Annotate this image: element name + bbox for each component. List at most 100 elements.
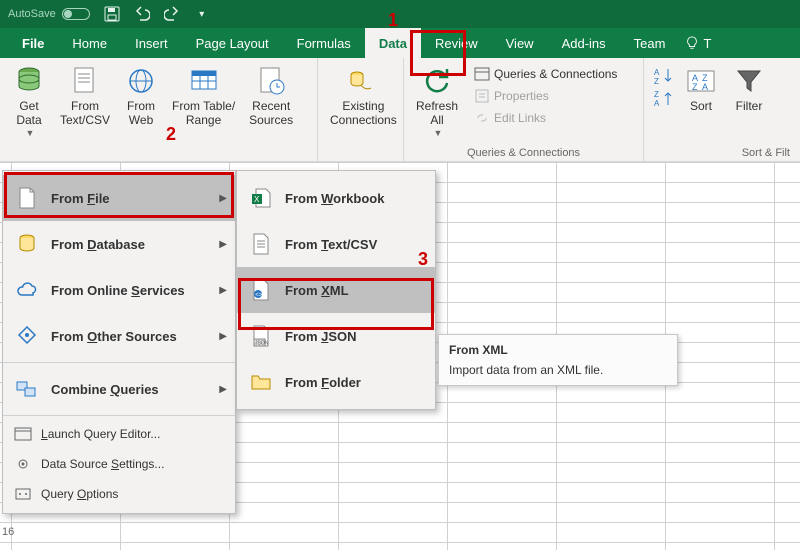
autosave-toggle[interactable]: [62, 8, 90, 20]
svg-text:Z: Z: [654, 90, 659, 99]
group-get-transform: Get Data ▼ From Text/CSV From Web From: [0, 58, 318, 161]
lightbulb-icon: [685, 36, 699, 50]
tab-tell-me[interactable]: T: [679, 28, 717, 58]
svg-text:A: A: [654, 99, 660, 108]
json-file-icon: JSON: [247, 323, 275, 349]
menu-query-options[interactable]: Query Options: [3, 479, 235, 509]
database-icon: [12, 64, 46, 98]
editor-icon: [13, 425, 33, 443]
options-icon: [13, 485, 33, 503]
existing-connections-button[interactable]: Existing Connections: [324, 60, 403, 130]
tab-insert[interactable]: Insert: [121, 28, 182, 58]
menu-launch-query-editor-label: Launch Query Editor...: [41, 427, 160, 441]
ribbon-tabs: File Home Insert Page Layout Formulas Da…: [0, 28, 800, 58]
chevron-down-icon: ▼: [24, 128, 35, 138]
from-web-button[interactable]: From Web: [118, 60, 164, 130]
title-bar: AutoSave ▾: [0, 0, 800, 28]
save-icon[interactable]: [104, 6, 120, 22]
row-header-16: 16: [2, 526, 14, 538]
table-icon: [187, 64, 221, 98]
menu-from-file[interactable]: From File ▶: [3, 175, 235, 221]
menu-from-json-label: From JSON: [285, 329, 357, 344]
tooltip-title: From XML: [449, 343, 667, 357]
tooltip-body: Import data from an XML file.: [449, 363, 667, 377]
chevron-right-icon: ▶: [219, 193, 227, 204]
autosave-indicator: AutoSave: [8, 8, 90, 20]
svg-text:JSON: JSON: [255, 341, 269, 347]
menu-query-options-label: Query Options: [41, 487, 118, 501]
menu-from-workbook-label: From Workbook: [285, 191, 384, 206]
chevron-right-icon: ▶: [219, 239, 227, 250]
refresh-all-button[interactable]: Refresh All ▼: [410, 60, 464, 140]
recent-sources-button[interactable]: Recent Sources: [243, 60, 299, 130]
get-data-button[interactable]: Get Data ▼: [6, 60, 52, 140]
group-queries-connections-title: Queries & Connections: [410, 147, 637, 161]
from-text-csv-button[interactable]: From Text/CSV: [54, 60, 116, 130]
svg-text:<>: <>: [255, 292, 263, 298]
queries-connections-button[interactable]: Queries & Connections: [470, 64, 621, 84]
sort-button[interactable]: AZZA Sort: [678, 60, 724, 116]
chevron-down-icon: ▼: [432, 128, 443, 138]
get-data-label: Get Data: [16, 100, 41, 128]
xml-file-icon: <>: [247, 277, 275, 303]
folder-icon: [247, 369, 275, 395]
menu-from-text-csv[interactable]: From Text/CSV: [237, 221, 435, 267]
tab-data[interactable]: Data: [365, 28, 421, 58]
menu-from-online-services[interactable]: From Online Services ▶: [3, 267, 235, 313]
existing-connections-label: Existing Connections: [330, 100, 397, 128]
tab-review[interactable]: Review: [421, 28, 492, 58]
group-get-transform-title: [6, 147, 311, 161]
menu-separator: [3, 362, 235, 363]
svg-text:A: A: [702, 82, 708, 92]
from-web-label: From Web: [127, 100, 155, 128]
menu-from-json[interactable]: JSON From JSON: [237, 313, 435, 359]
svg-text:Z: Z: [654, 77, 659, 86]
menu-from-online-services-label: From Online Services: [51, 283, 185, 298]
refresh-icon: [420, 64, 454, 98]
qat-customize-icon[interactable]: ▾: [194, 6, 210, 22]
menu-from-other-sources[interactable]: From Other Sources ▶: [3, 313, 235, 359]
edit-links-button: Edit Links: [470, 108, 621, 128]
undo-icon[interactable]: [134, 6, 150, 22]
sort-label: Sort: [690, 100, 712, 114]
menu-from-folder[interactable]: From Folder: [237, 359, 435, 405]
properties-icon: [474, 88, 490, 104]
tab-addins[interactable]: Add-ins: [548, 28, 620, 58]
menu-launch-query-editor[interactable]: Launch Query Editor...: [3, 419, 235, 449]
sort-desc-icon[interactable]: ZA: [652, 88, 674, 108]
tab-page-layout[interactable]: Page Layout: [182, 28, 283, 58]
menu-from-file-label: From File: [51, 191, 110, 206]
tab-file[interactable]: File: [8, 28, 58, 58]
tab-view[interactable]: View: [492, 28, 548, 58]
queries-connections-label: Queries & Connections: [494, 67, 617, 81]
from-table-range-button[interactable]: From Table/ Range: [166, 60, 241, 130]
menu-from-database[interactable]: From Database ▶: [3, 221, 235, 267]
filter-label: Filter: [736, 100, 763, 114]
diamond-icon: [13, 323, 41, 349]
sort-dialog-icon: AZZA: [684, 64, 718, 98]
filter-button[interactable]: Filter: [726, 60, 772, 116]
redo-icon[interactable]: [164, 6, 180, 22]
tab-formulas[interactable]: Formulas: [283, 28, 365, 58]
menu-from-text-csv-label: From Text/CSV: [285, 237, 377, 252]
from-text-csv-label: From Text/CSV: [60, 100, 110, 128]
chevron-right-icon: ▶: [219, 331, 227, 342]
menu-combine-queries[interactable]: Combine Queries ▶: [3, 366, 235, 412]
group-sort-filter-title: Sort & Filt: [650, 147, 794, 161]
tab-team[interactable]: Team: [620, 28, 680, 58]
tooltip-from-xml: From XML Import data from an XML file.: [438, 334, 678, 386]
sort-asc-icon[interactable]: AZ: [652, 66, 674, 86]
menu-from-xml[interactable]: <> From XML: [237, 267, 435, 313]
menu-from-workbook[interactable]: X From Workbook: [237, 175, 435, 221]
menu-from-database-label: From Database: [51, 237, 145, 252]
file-lines-icon: [247, 231, 275, 257]
edit-links-icon: [474, 110, 490, 126]
recent-sources-label: Recent Sources: [249, 100, 293, 128]
edit-links-label: Edit Links: [494, 111, 546, 125]
connection-icon: [346, 64, 380, 98]
gear-small-icon: [13, 455, 33, 473]
menu-from-folder-label: From Folder: [285, 375, 361, 390]
get-data-menu: From File ▶ From Database ▶ From Online …: [2, 170, 236, 514]
menu-data-source-settings[interactable]: Data Source Settings...: [3, 449, 235, 479]
tab-home[interactable]: Home: [58, 28, 121, 58]
